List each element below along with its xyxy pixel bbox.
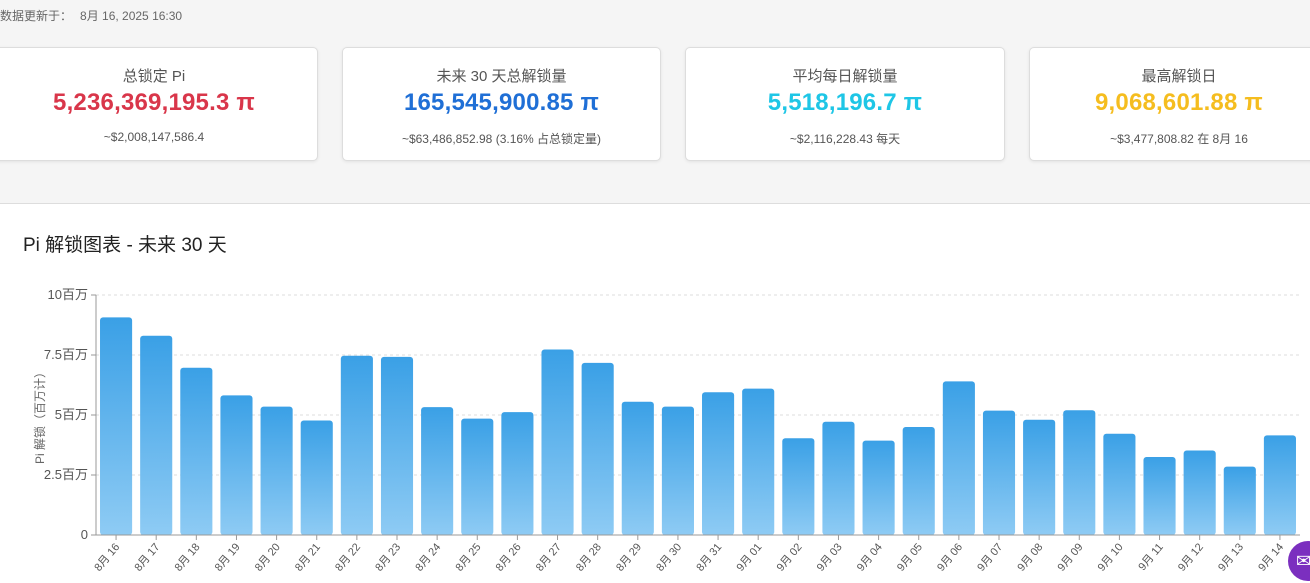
chart-bars <box>100 317 1296 535</box>
bar-8月-27[interactable] <box>541 349 574 535</box>
bar-9月-02[interactable] <box>782 438 815 535</box>
x-tick-label: 9月 04 <box>855 541 885 574</box>
x-tick-label: 9月 08 <box>1015 541 1045 574</box>
bar-8月-24[interactable] <box>421 407 454 535</box>
bar-9月-06[interactable] <box>942 381 975 535</box>
y-tick-label: 7.5百万 <box>44 347 88 362</box>
x-tick-label: 8月 30 <box>654 541 684 574</box>
x-tick-label: 8月 21 <box>293 541 323 574</box>
y-tick-label: 0 <box>81 527 88 542</box>
x-tick-label: 8月 29 <box>614 541 644 574</box>
x-tick-label: 9月 05 <box>895 541 925 574</box>
x-tick-label: 9月 12 <box>1176 541 1206 574</box>
bar-8月-20[interactable] <box>260 406 293 535</box>
x-tick-label: 9月 10 <box>1096 541 1126 574</box>
x-tick-label: 9月 07 <box>975 541 1005 574</box>
bar-8月-19[interactable] <box>220 395 253 535</box>
bar-9月-12[interactable] <box>1183 450 1216 535</box>
x-tick-label: 8月 17 <box>132 541 162 574</box>
page: 数据更新于： 8月 16, 2025 16:30 总锁定 Pi 5,236,369… <box>0 0 1310 583</box>
bar-8月-17[interactable] <box>140 335 173 535</box>
bar-8月-30[interactable] <box>661 406 694 535</box>
bar-8月-23[interactable] <box>380 356 414 535</box>
y-axis-title: Pi 解锁（百万计） <box>32 366 47 464</box>
x-tick-label: 8月 27 <box>534 541 564 574</box>
bar-9月-10[interactable] <box>1103 433 1136 535</box>
x-tick-label: 8月 20 <box>253 541 283 574</box>
bar-9月-11[interactable] <box>1143 457 1176 535</box>
x-tick-label: 9月 06 <box>935 541 965 574</box>
x-tick-label: 9月 02 <box>775 541 805 574</box>
x-tick-label: 8月 24 <box>413 541 443 574</box>
x-tick-label: 9月 09 <box>1056 541 1086 574</box>
bar-8月-18[interactable] <box>180 367 213 535</box>
bar-8月-16[interactable] <box>100 317 133 535</box>
bar-9月-05[interactable] <box>902 427 935 535</box>
bar-8月-22[interactable] <box>340 355 373 535</box>
x-tick-label: 9月 03 <box>815 541 845 574</box>
x-tick-label: 8月 18 <box>173 541 203 574</box>
y-tick-label: 2.5百万 <box>44 467 88 482</box>
x-tick-label: 9月 13 <box>1216 541 1246 574</box>
bar-8月-28[interactable] <box>581 362 614 535</box>
bar-8月-25[interactable] <box>461 418 494 535</box>
x-tick-label: 8月 16 <box>92 541 122 574</box>
bar-9月-14[interactable] <box>1263 435 1296 535</box>
unlock-bar-chart: 0 2.5百万 5百万 7.5百万 10百万 Pi 解锁（百万计） 8月 16 8月 17 8月… <box>32 287 1300 574</box>
y-tick-label: 5百万 <box>55 407 88 422</box>
x-tick-label: 8月 26 <box>494 541 524 574</box>
x-tick-label: 9月 14 <box>1256 541 1286 574</box>
bar-9月-04[interactable] <box>862 440 895 535</box>
y-tick-label: 10百万 <box>48 287 88 302</box>
x-tick-label: 8月 22 <box>333 541 363 574</box>
x-tick-label: 8月 28 <box>574 541 604 574</box>
bar-9月-07[interactable] <box>982 410 1016 535</box>
x-tick-label: 8月 23 <box>373 541 403 574</box>
bar-9月-09[interactable] <box>1063 410 1096 535</box>
bar-8月-26[interactable] <box>501 412 534 535</box>
bar-9月-03[interactable] <box>822 421 855 535</box>
x-tick-label: 8月 31 <box>694 541 724 574</box>
x-tick-label: 8月 25 <box>454 541 484 574</box>
bar-9月-13[interactable] <box>1223 466 1256 535</box>
x-tick-label: 9月 11 <box>1136 541 1166 573</box>
bar-8月-21[interactable] <box>300 420 333 535</box>
x-tick-label: 9月 01 <box>734 541 764 574</box>
x-tick-label: 8月 19 <box>213 541 243 574</box>
bar-8月-29[interactable] <box>621 401 654 535</box>
bar-9月-01[interactable] <box>742 388 775 535</box>
bar-9月-08[interactable] <box>1023 419 1056 535</box>
bar-8月-31[interactable] <box>702 392 735 535</box>
